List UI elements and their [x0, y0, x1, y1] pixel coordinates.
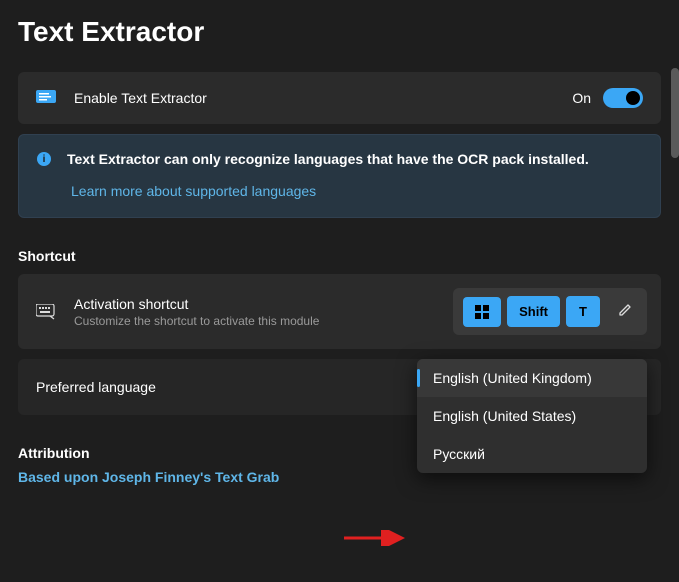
key-win — [463, 297, 501, 327]
enable-toggle[interactable] — [603, 88, 643, 108]
info-text: Text Extractor can only recognize langua… — [67, 151, 642, 167]
enable-card: Enable Text Extractor On — [18, 72, 661, 124]
shortcut-section-header: Shortcut — [18, 248, 661, 264]
language-dropdown: English (United Kingdom) English (United… — [417, 359, 647, 473]
info-card: i Text Extractor can only recognize lang… — [18, 134, 661, 218]
shortcut-key-group: Shift T — [453, 288, 647, 335]
preferred-language-card[interactable]: Preferred language English (United Kingd… — [18, 359, 661, 415]
language-option[interactable]: English (United Kingdom) — [417, 359, 647, 397]
scrollbar[interactable] — [671, 68, 679, 158]
keyboard-icon — [36, 304, 64, 320]
attribution-link[interactable]: Based upon Joseph Finney's Text Grab — [18, 469, 279, 485]
info-icon: i — [37, 152, 67, 166]
learn-more-link[interactable]: Learn more about supported languages — [71, 183, 316, 199]
enable-label: Enable Text Extractor — [74, 90, 572, 106]
key-t: T — [566, 296, 600, 327]
toggle-state-label: On — [572, 90, 591, 106]
page-title: Text Extractor — [0, 0, 679, 72]
language-option[interactable]: English (United States) — [417, 397, 647, 435]
language-option[interactable]: Русский — [417, 435, 647, 473]
text-extractor-icon — [36, 90, 64, 106]
shortcut-title: Activation shortcut — [74, 296, 453, 312]
shortcut-card: Activation shortcut Customize the shortc… — [18, 274, 661, 349]
key-shift: Shift — [507, 296, 560, 327]
edit-shortcut-button[interactable] — [614, 298, 637, 325]
shortcut-subtitle: Customize the shortcut to activate this … — [74, 314, 453, 328]
annotation-arrow — [344, 530, 414, 546]
